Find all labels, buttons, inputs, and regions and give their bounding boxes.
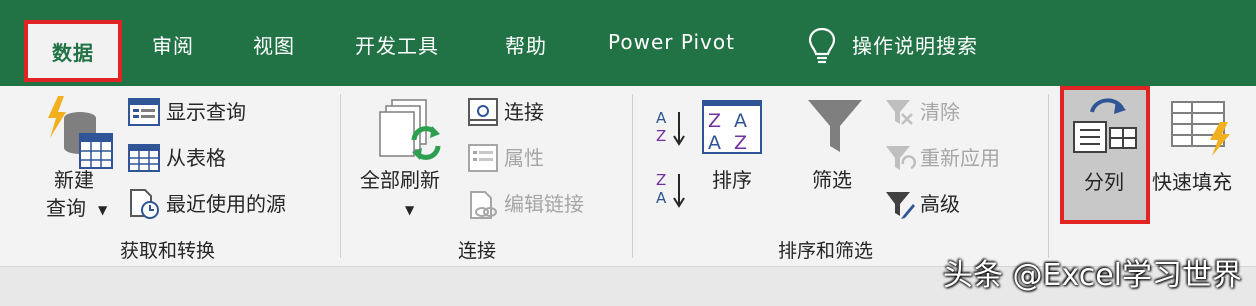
- group-separator: [1048, 94, 1049, 258]
- chevron-down-icon[interactable]: ▼: [405, 198, 414, 222]
- refresh-all-button[interactable]: 全部刷新: [360, 168, 440, 192]
- tab-developer[interactable]: 开发工具: [355, 30, 439, 59]
- tab-help[interactable]: 帮助: [505, 30, 547, 59]
- funnel-icon[interactable]: [806, 98, 864, 154]
- svg-text:Z: Z: [656, 171, 666, 189]
- properties-button: 属性: [504, 146, 544, 170]
- advanced-button[interactable]: 高级: [920, 192, 960, 216]
- chevron-down-icon[interactable]: ▼: [98, 198, 107, 222]
- ribbon-panel: 新建 查询 ▼ 显示查询 从表格 最近使用的源 获取和转换 全部刷新 ▼ 连接 …: [0, 86, 1256, 266]
- sort-button[interactable]: 排序: [712, 168, 752, 192]
- sort-az-icon[interactable]: A Z: [654, 108, 688, 148]
- group-separator: [632, 94, 633, 258]
- tab-data[interactable]: 数据: [24, 20, 122, 82]
- text-to-columns-label[interactable]: 分列: [1084, 170, 1124, 194]
- clock-doc-icon[interactable]: [128, 188, 160, 220]
- new-query-label-2[interactable]: 查询: [46, 196, 86, 220]
- clear-filter-icon: [886, 100, 913, 125]
- reapply-icon: [886, 146, 916, 170]
- refresh-icon[interactable]: [376, 98, 444, 164]
- flash-fill-icon[interactable]: [1170, 98, 1236, 158]
- svg-text:A: A: [708, 132, 721, 154]
- link-icon[interactable]: [468, 98, 498, 126]
- clear-button: 清除: [920, 100, 960, 124]
- recent-sources-button[interactable]: 最近使用的源: [166, 192, 286, 216]
- watermark: 头条 @Excel学习世界: [942, 258, 1242, 293]
- table-icon[interactable]: [128, 144, 160, 172]
- filter-button[interactable]: 筛选: [812, 168, 852, 192]
- advanced-filter-icon[interactable]: [884, 190, 916, 220]
- svg-text:A: A: [656, 109, 667, 127]
- reapply-button: 重新应用: [920, 146, 1000, 170]
- text-to-columns-icon[interactable]: [1072, 94, 1138, 156]
- from-table-button[interactable]: 从表格: [166, 146, 226, 170]
- tab-view[interactable]: 视图: [253, 30, 295, 59]
- lightbulb-icon[interactable]: [805, 26, 839, 66]
- svg-text:Z: Z: [656, 127, 666, 145]
- tab-power-pivot[interactable]: Power Pivot: [608, 30, 735, 54]
- database-lightning-icon[interactable]: [44, 94, 116, 174]
- tell-me-search[interactable]: 操作说明搜索: [852, 30, 978, 59]
- svg-text:A: A: [734, 110, 747, 132]
- properties-icon: [468, 144, 498, 172]
- sort-dialog-icon[interactable]: Z A A Z: [702, 100, 762, 154]
- svg-text:A: A: [656, 189, 667, 207]
- group-label-sort-filter: 排序和筛选: [778, 240, 874, 262]
- connections-button[interactable]: 连接: [504, 100, 544, 124]
- group-label-connections: 连接: [458, 240, 497, 262]
- ribbon-tab-bar: 数据 审阅 视图 开发工具 帮助 Power Pivot 操作说明搜索: [0, 0, 1256, 86]
- edit-links-button: 编辑链接: [504, 192, 584, 216]
- tab-review[interactable]: 审阅: [152, 30, 194, 59]
- group-label-get-transform: 获取和转换: [120, 240, 216, 262]
- flash-fill-button[interactable]: 快速填充: [1152, 170, 1232, 194]
- group-separator: [340, 94, 341, 258]
- show-queries-button[interactable]: 显示查询: [166, 100, 246, 124]
- svg-text:Z: Z: [708, 110, 721, 132]
- show-queries-icon[interactable]: [128, 98, 160, 126]
- sort-za-icon[interactable]: Z A: [654, 170, 688, 210]
- new-query-label-1[interactable]: 新建: [54, 168, 94, 192]
- chain-icon: [470, 191, 497, 219]
- svg-text:Z: Z: [734, 132, 747, 154]
